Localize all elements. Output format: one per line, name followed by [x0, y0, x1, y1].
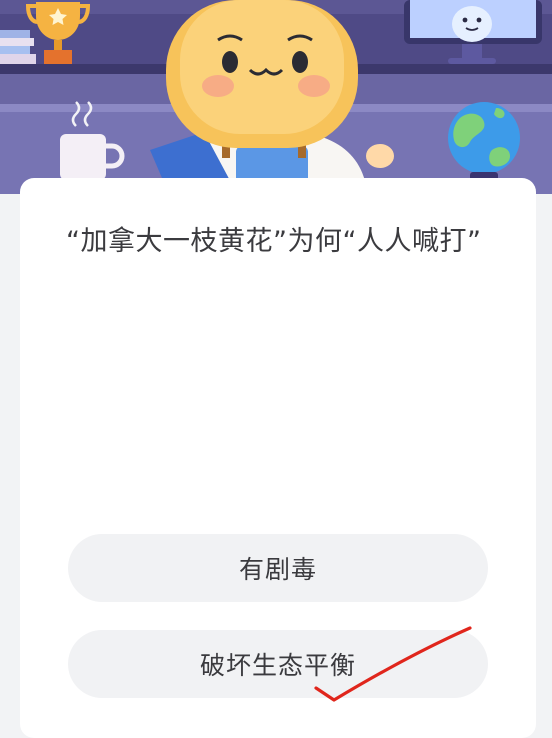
question-text: “加拿大一枝黄花”为何“人人喊打”	[66, 226, 482, 257]
question-card: “加拿大一枝黄花”为何“人人喊打” 有剧毒 破坏生态平衡	[20, 178, 536, 738]
header-illustration	[0, 0, 552, 206]
answer-option-2[interactable]: 破坏生态平衡	[68, 630, 488, 698]
scene-artwork	[0, 0, 552, 206]
answer-option-1[interactable]: 有剧毒	[68, 534, 488, 602]
character-head-icon	[166, 0, 358, 148]
